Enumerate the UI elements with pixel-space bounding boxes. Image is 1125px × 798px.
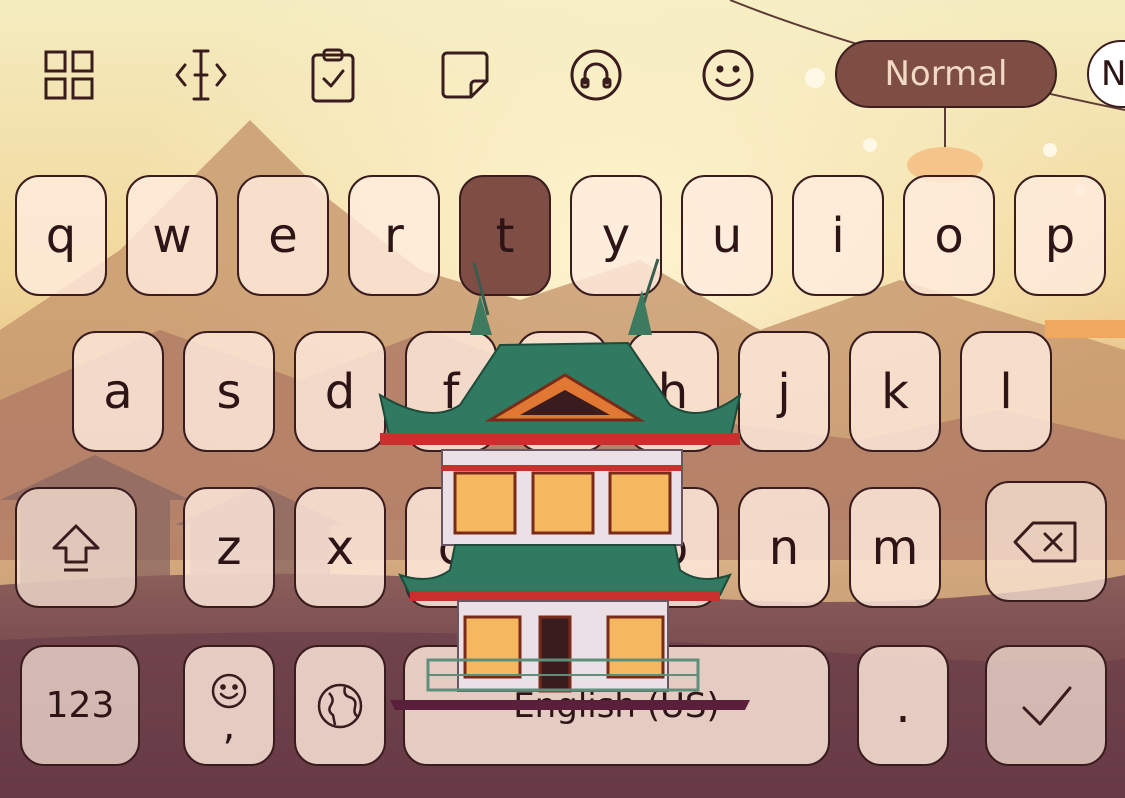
- shift-icon: [52, 524, 100, 571]
- key-d[interactable]: d: [294, 331, 386, 452]
- key-b[interactable]: b: [627, 487, 719, 608]
- comma-key[interactable]: ,: [183, 645, 275, 766]
- key-c[interactable]: c: [405, 487, 497, 608]
- key-e[interactable]: e: [237, 175, 329, 296]
- key-t[interactable]: t: [459, 175, 551, 296]
- enter-key[interactable]: [985, 645, 1107, 766]
- key-m[interactable]: m: [849, 487, 941, 608]
- key-x[interactable]: x: [294, 487, 386, 608]
- key-y[interactable]: y: [570, 175, 662, 296]
- backspace-icon: [1013, 521, 1077, 562]
- period-key[interactable]: .: [857, 645, 949, 766]
- language-key[interactable]: [294, 645, 386, 766]
- numbers-key[interactable]: 123: [20, 645, 140, 766]
- key-a[interactable]: a: [72, 331, 164, 452]
- key-n[interactable]: n: [738, 487, 830, 608]
- key-r[interactable]: r: [348, 175, 440, 296]
- key-w[interactable]: w: [126, 175, 218, 296]
- comma-label: ,: [222, 702, 236, 749]
- key-l[interactable]: l: [960, 331, 1052, 452]
- key-u[interactable]: u: [681, 175, 773, 296]
- key-k[interactable]: k: [849, 331, 941, 452]
- globe-icon: [317, 683, 363, 728]
- key-z[interactable]: z: [183, 487, 275, 608]
- space-key[interactable]: English (US): [403, 645, 830, 766]
- key-o[interactable]: o: [903, 175, 995, 296]
- checkmark-icon: [1022, 686, 1072, 725]
- key-p[interactable]: p: [1014, 175, 1106, 296]
- key-j[interactable]: j: [738, 331, 830, 452]
- keyboard: q w e r t y u i o p a s d f g h j k l z …: [0, 0, 1125, 798]
- key-s[interactable]: s: [183, 331, 275, 452]
- key-g[interactable]: g: [516, 331, 608, 452]
- backspace-key[interactable]: [985, 481, 1107, 602]
- key-i[interactable]: i: [792, 175, 884, 296]
- key-v[interactable]: v: [516, 487, 608, 608]
- key-h[interactable]: h: [627, 331, 719, 452]
- key-q[interactable]: q: [15, 175, 107, 296]
- key-f[interactable]: f: [405, 331, 497, 452]
- shift-key[interactable]: [15, 487, 137, 608]
